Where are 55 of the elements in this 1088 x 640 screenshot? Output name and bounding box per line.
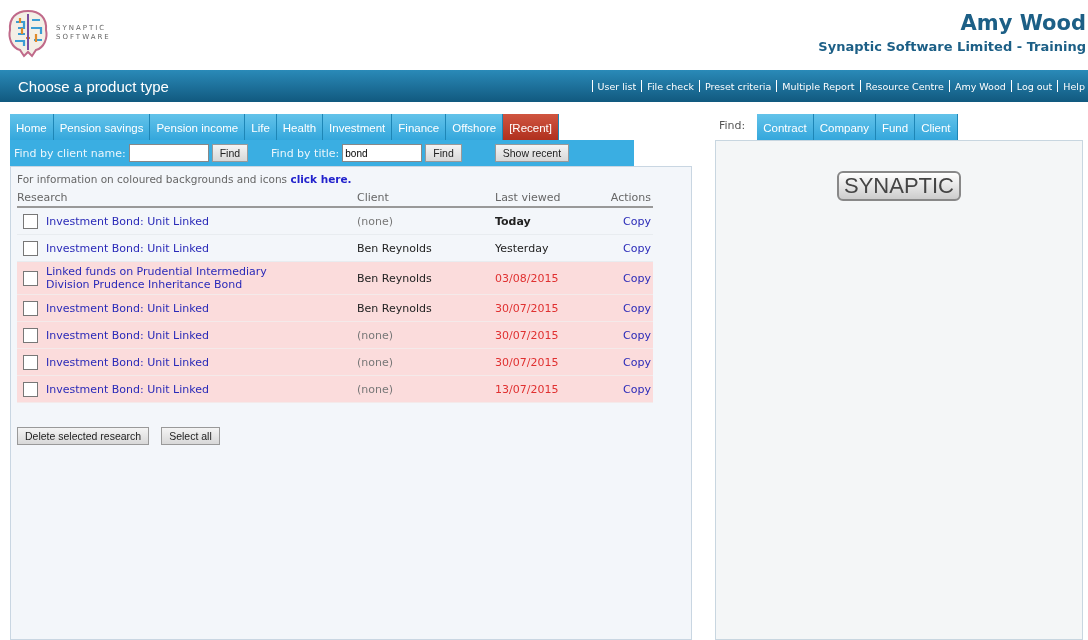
checkbox[interactable]: [23, 300, 38, 316]
client-name-field[interactable]: [128, 144, 209, 162]
nav-link[interactable]: Help: [1063, 80, 1085, 92]
field-label: Find by title:: [271, 146, 340, 160]
logo-badge: SYNAPTIC: [837, 171, 961, 201]
column-header: Last viewed: [495, 189, 605, 207]
organisation-name: Synaptic Software Limited - Training: [818, 39, 1086, 54]
nav-link[interactable]: Amy Wood: [954, 80, 1006, 92]
find-label: Find:: [719, 119, 747, 134]
action-button[interactable]: Delete selected research: [17, 427, 150, 445]
client-name: Ben Reynolds: [357, 271, 432, 285]
checkbox[interactable]: [23, 354, 38, 370]
last-viewed-date: 03/08/2015: [495, 271, 559, 285]
find-button[interactable]: Find: [425, 144, 462, 162]
nav-link[interactable]: Resource Centre: [865, 80, 944, 92]
brain-logo-icon: [6, 8, 50, 58]
field-label: Find by client name:: [14, 146, 126, 160]
user-name: Amy Wood: [960, 10, 1086, 36]
research-link[interactable]: Investment Bond: Unit Linked: [46, 241, 306, 255]
last-viewed-date: 30/07/2015: [495, 301, 559, 315]
last-viewed-date: 13/07/2015: [495, 382, 559, 396]
client-name: Ben Reynolds: [357, 241, 432, 255]
last-viewed-date: Yesterday: [495, 241, 549, 255]
checkbox[interactable]: [23, 327, 38, 343]
checkbox[interactable]: [23, 270, 38, 286]
nav-link[interactable]: Multiple Report: [782, 80, 855, 92]
client-name: Ben Reynolds: [357, 301, 432, 315]
checkbox[interactable]: [23, 381, 38, 397]
column-header: Client: [357, 189, 495, 207]
nav-link[interactable]: File check: [647, 80, 694, 92]
info-text: For information on coloured backgrounds and icons click here.: [17, 173, 352, 185]
nav-title: Choose a product type: [18, 77, 169, 95]
show-recent-button[interactable]: Show recent: [494, 144, 570, 162]
last-viewed-date: 30/07/2015: [495, 328, 559, 342]
last-viewed-date: 30/07/2015: [495, 355, 559, 369]
checkbox[interactable]: [23, 240, 38, 256]
copy-link[interactable]: Copy: [623, 214, 651, 228]
title-field[interactable]: bond: [342, 144, 423, 162]
checkbox[interactable]: [23, 213, 38, 229]
info-link[interactable]: click here.: [290, 173, 352, 185]
client-name: (none): [357, 328, 394, 342]
product-tab[interactable]: [Recent]: [503, 114, 559, 140]
client-name: (none): [357, 382, 394, 396]
action-button[interactable]: Select all: [161, 427, 220, 445]
nav-link[interactable]: Log out: [1016, 80, 1053, 92]
nav-link[interactable]: User list: [597, 80, 637, 92]
client-name: (none): [357, 214, 394, 228]
nav-link[interactable]: Preset criteria: [704, 80, 772, 92]
research-link[interactable]: Investment Bond: Unit Linked: [46, 214, 306, 228]
find-button[interactable]: Find: [211, 144, 249, 162]
column-header: Actions: [605, 189, 653, 207]
client-name: (none): [357, 355, 394, 369]
column-header: Research: [17, 189, 357, 207]
copy-link[interactable]: Copy: [623, 241, 651, 255]
last-viewed-date: Today: [495, 214, 531, 228]
